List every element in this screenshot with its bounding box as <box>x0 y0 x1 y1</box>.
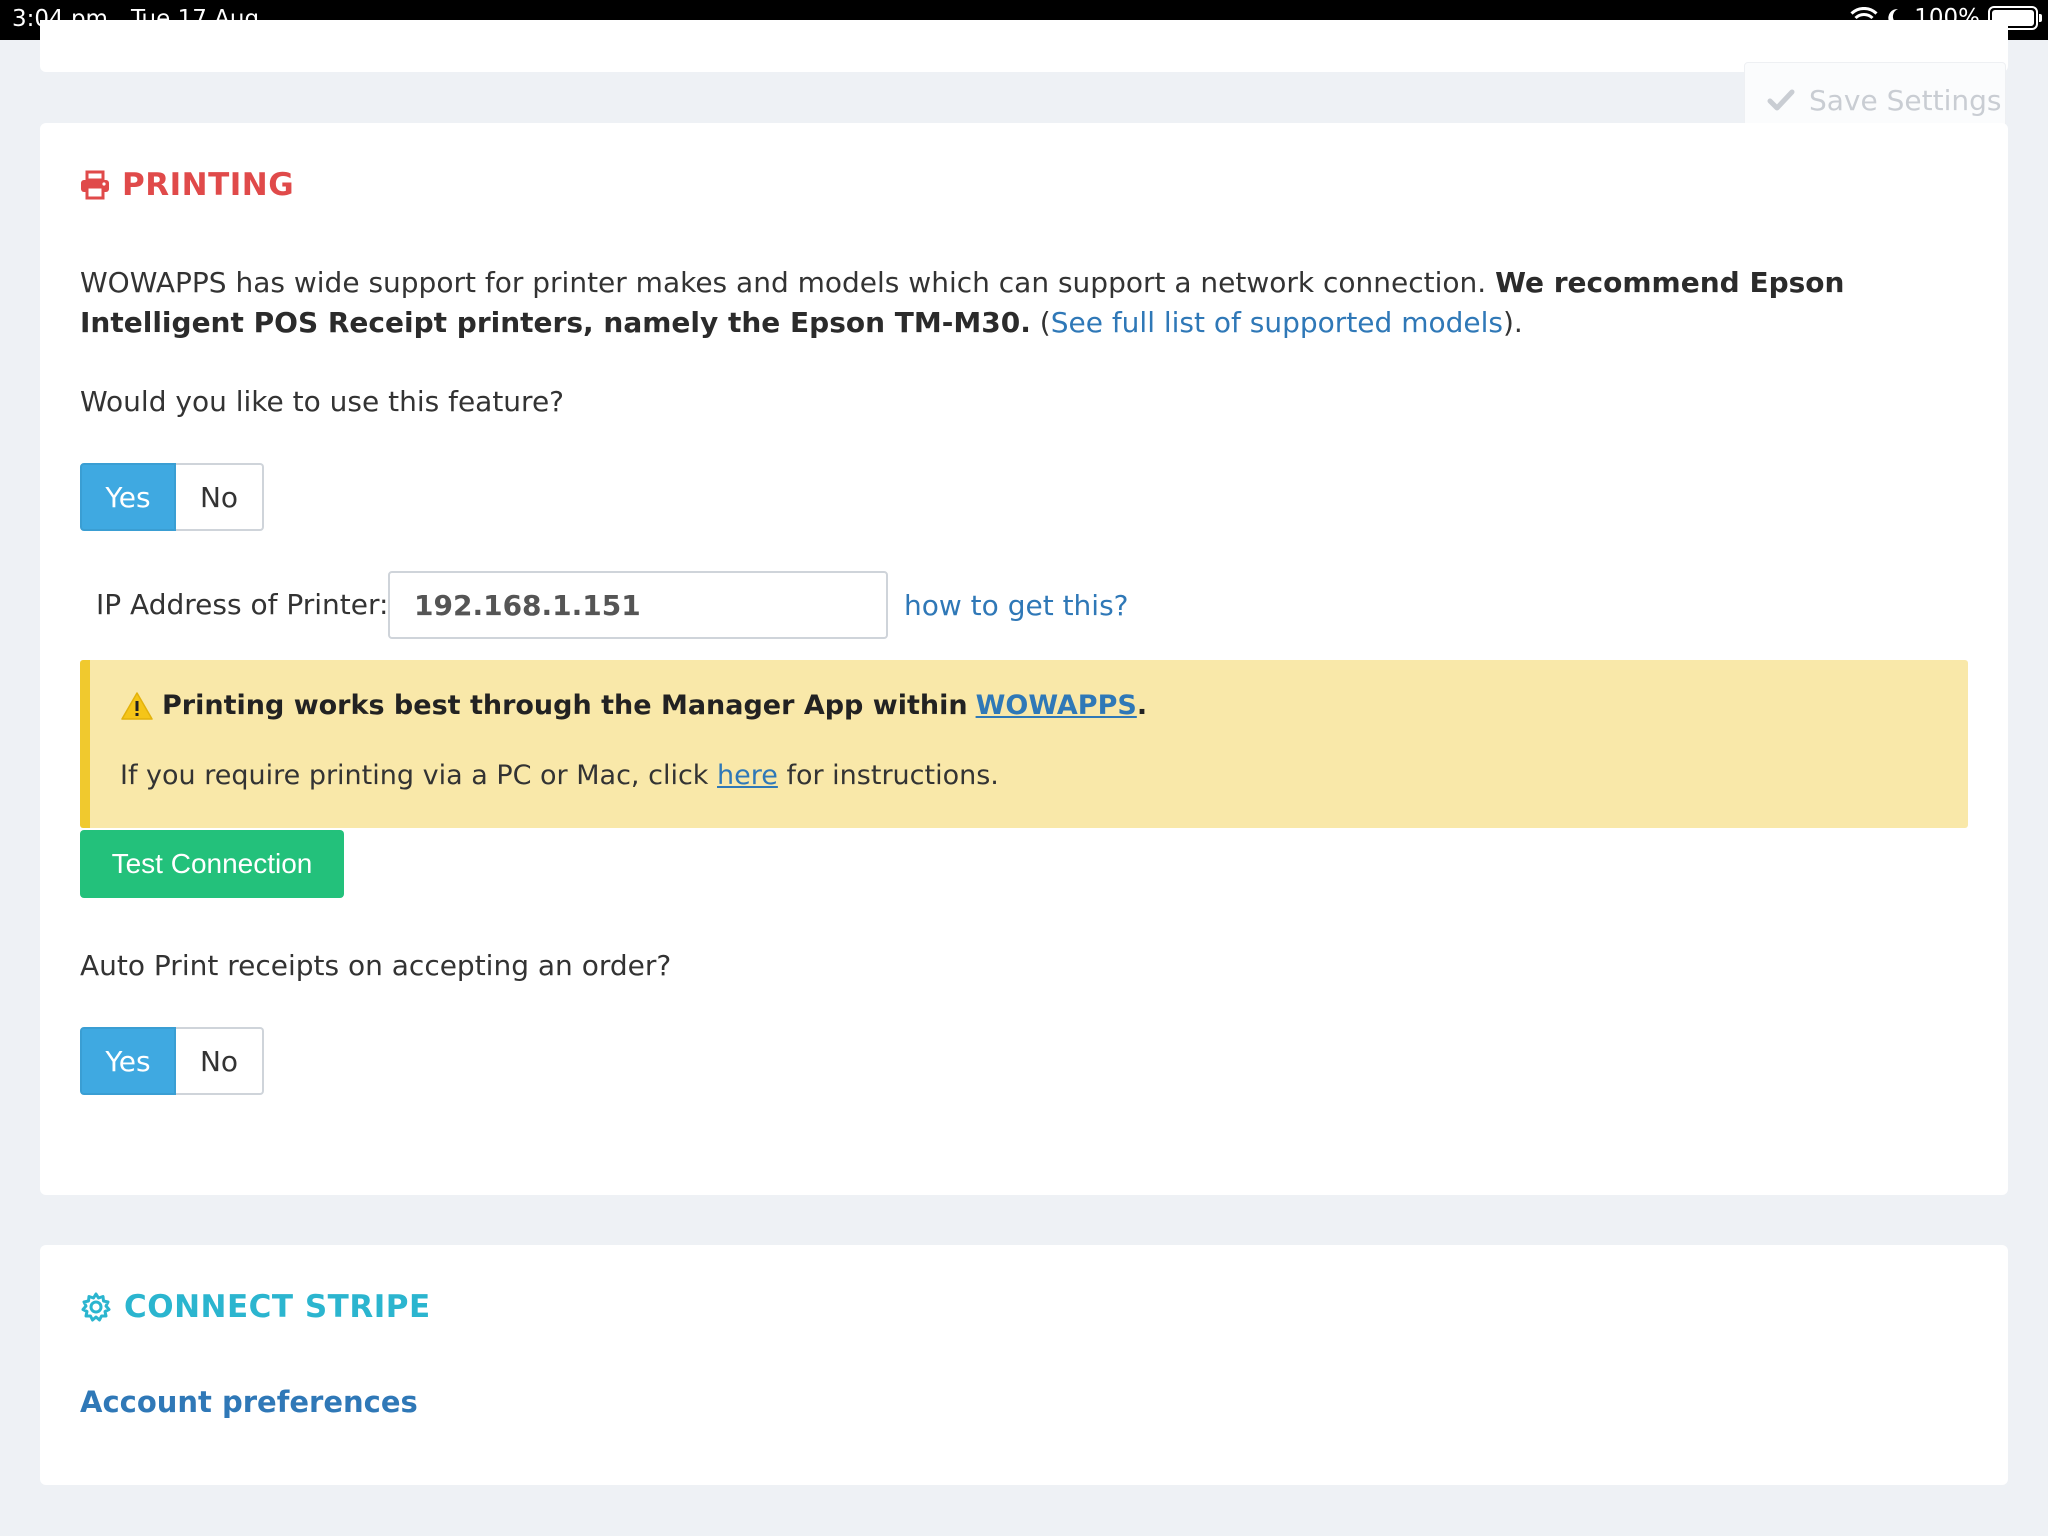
warning-icon <box>121 691 153 720</box>
alert-line-1: Printing works best through the Manager … <box>120 690 1147 721</box>
account-preferences-link[interactable]: Account preferences <box>80 1385 418 1419</box>
intro-paren-open: ( <box>1039 306 1051 339</box>
use-feature-toggle: Yes No <box>80 463 264 531</box>
use-feature-no-button[interactable]: No <box>176 463 264 531</box>
save-settings-label: Save Settings <box>1809 83 2002 117</box>
previous-section-card <box>40 20 2008 72</box>
printing-title: PRINTING <box>80 167 294 203</box>
gear-icon <box>81 1292 111 1322</box>
printing-title-text: PRINTING <box>122 167 295 203</box>
alert-line-2: If you require printing via a PC or Mac,… <box>120 760 999 791</box>
checkmark-icon <box>1767 89 1795 111</box>
auto-print-no-button[interactable]: No <box>176 1027 264 1095</box>
printing-section: PRINTING WOWAPPS has wide support for pr… <box>40 123 2008 1195</box>
alert-line-2-start: If you require printing via a PC or Mac,… <box>120 760 709 791</box>
auto-print-toggle: Yes No <box>80 1027 264 1095</box>
printing-alert: Printing works best through the Manager … <box>80 660 1968 828</box>
connect-stripe-section: CONNECT STRIPE Account preferences <box>40 1245 2008 1485</box>
instructions-here-link[interactable]: here <box>717 760 778 791</box>
alert-line-1-text: Printing works best through the Manager … <box>162 690 968 721</box>
alert-line-2-end: for instructions. <box>786 760 999 791</box>
ip-address-input[interactable] <box>388 571 888 639</box>
ip-address-label: IP Address of Printer: <box>96 588 389 621</box>
use-feature-yes-button[interactable]: Yes <box>80 463 176 531</box>
intro-paren-close: ). <box>1502 306 1523 339</box>
connect-stripe-title: CONNECT STRIPE <box>80 1289 431 1325</box>
supported-models-link[interactable]: See full list of supported models <box>1051 306 1503 339</box>
how-to-get-ip-link[interactable]: how to get this? <box>904 589 1129 622</box>
auto-print-question: Auto Print receipts on accepting an orde… <box>80 949 672 982</box>
use-feature-question: Would you like to use this feature? <box>80 385 565 418</box>
intro-text: WOWAPPS has wide support for printer mak… <box>80 266 1487 299</box>
connect-stripe-title-text: CONNECT STRIPE <box>124 1289 431 1325</box>
wowapps-link[interactable]: WOWAPPS <box>976 690 1137 721</box>
alert-line-1-end: . <box>1136 690 1148 721</box>
printing-intro: WOWAPPS has wide support for printer mak… <box>80 263 1980 343</box>
test-connection-button[interactable]: Test Connection <box>80 830 344 898</box>
printer-icon <box>81 170 109 200</box>
auto-print-yes-button[interactable]: Yes <box>80 1027 176 1095</box>
